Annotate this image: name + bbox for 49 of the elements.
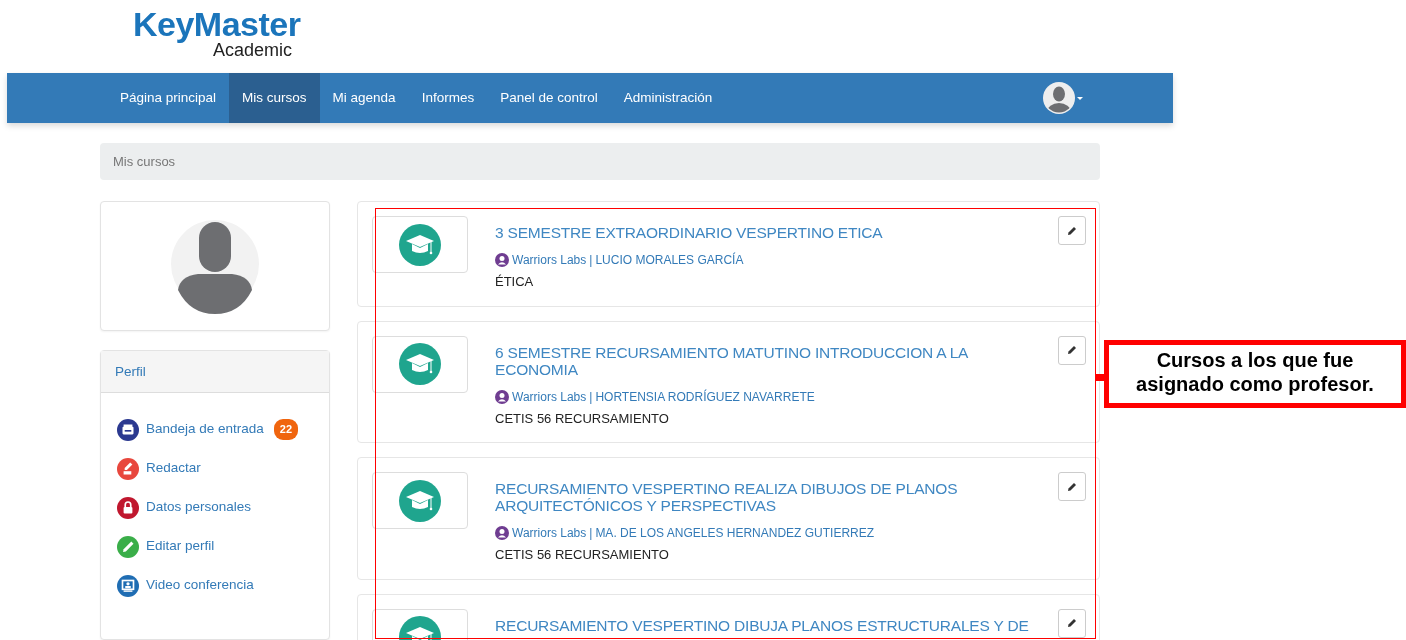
graduation-cap-icon <box>399 343 441 385</box>
separator: | <box>589 252 593 269</box>
edit-button[interactable] <box>1058 216 1086 245</box>
pencil-icon <box>1067 225 1077 236</box>
pencil-icon <box>1067 345 1077 355</box>
teacher-link[interactable]: HORTENSIA RODRÍGUEZ NAVARRETE <box>595 387 815 406</box>
menu-link[interactable]: Video conferencia <box>146 575 254 596</box>
nav-tab[interactable]: Informes <box>408 73 488 123</box>
menu-link[interactable]: Editar perfil <box>146 536 215 557</box>
count-badge: 22 <box>273 419 299 440</box>
course-title-link[interactable]: RECURSAMIENTO VESPERTINO REALIZA DIBUJOS DE PLANOS ARQUITECTÓNICOS Y PERSPECTIVAS <box>495 480 1050 514</box>
pencil-icon <box>1067 481 1077 492</box>
menu-link[interactable]: Redactar <box>146 458 201 479</box>
organization-link[interactable]: Warriors Labs <box>512 387 587 406</box>
course-title-link[interactable]: 3 SEMESTRE EXTRAORDINARIO VESPERTINO ETICA <box>495 224 1050 241</box>
course-category: CETIS 56 RECURSAMIENTO <box>495 546 670 564</box>
menu-link[interactable]: Datos personales <box>146 497 252 518</box>
nav-tab[interactable]: Mi agenda <box>319 73 409 123</box>
edit-button[interactable] <box>1058 472 1086 501</box>
organization-link[interactable]: Warriors Labs <box>512 251 587 269</box>
edit-button[interactable] <box>1058 335 1086 365</box>
nav-tab[interactable]: Administración <box>610 73 726 123</box>
panel-title: Perfil <box>101 351 329 393</box>
course-title-link[interactable]: RECURSAMIENTO VESPERTINO DIBUJA PLANOS ESTRUCTURALES Y DE <box>495 616 1050 634</box>
user-menu[interactable] <box>1043 82 1085 114</box>
user-icon <box>495 526 509 540</box>
nav-tab[interactable]: Panel de control <box>487 73 611 123</box>
pencil-icon <box>1067 618 1077 628</box>
nav-tab[interactable]: Mis cursos <box>229 73 320 123</box>
separator: | <box>589 525 593 542</box>
teacher-link[interactable]: LUCIO MORALES GARCÍA <box>595 251 744 269</box>
course-title-link[interactable]: 6 SEMESTRE RECURSAMIENTO MATUTINO INTRODUCCION A LA ECONOMIA <box>495 343 1050 378</box>
separator: | <box>589 388 593 406</box>
avatar-icon <box>1043 82 1075 114</box>
edit-button[interactable] <box>1058 608 1086 638</box>
user-icon <box>495 253 509 267</box>
course-category: ÉTICA <box>495 273 535 291</box>
course-category: CETIS 56 RECURSAMIENTO <box>495 409 670 428</box>
organization-link[interactable]: Warriors Labs <box>512 524 587 542</box>
user-icon <box>495 389 509 404</box>
caret-icon <box>1075 94 1085 102</box>
callout-label: Cursos a los que fue asignado como profesor. <box>1104 340 1406 408</box>
breadcrumb: Mis cursos <box>100 143 1100 180</box>
menu-link[interactable]: Bandeja de entrada <box>146 419 264 440</box>
logo-subtitle: Academic <box>213 41 293 58</box>
graduation-cap-icon <box>399 479 441 522</box>
teacher-link[interactable]: MA. DE LOS ANGELES HERNANDEZ GUTIERREZ <box>595 524 875 542</box>
nav-tab[interactable]: Página principal <box>107 73 230 123</box>
graduation-cap-icon <box>399 223 441 266</box>
